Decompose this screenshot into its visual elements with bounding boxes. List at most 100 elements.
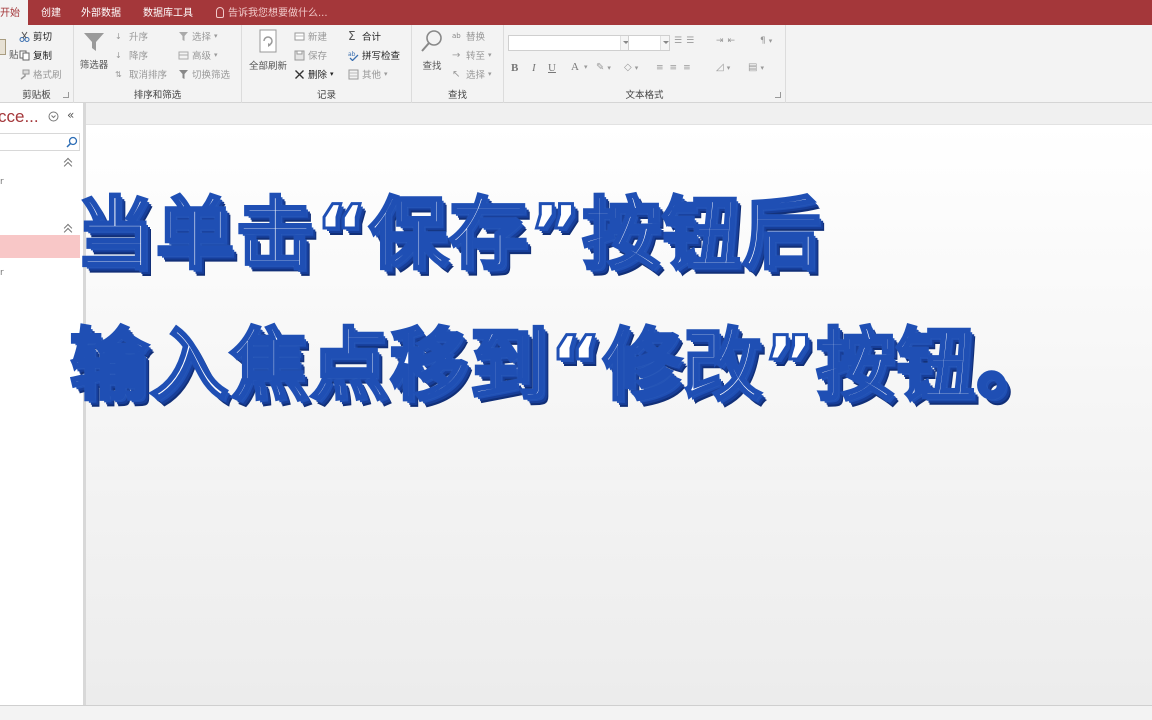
save-record-button[interactable]: 保存 [294,48,327,62]
ribbon: 贴 剪切 复制 格式刷 剪贴板 筛选器 ↓ 升序 ↓ 降序 ⇅ 取消排序 选择 … [0,25,1152,103]
toggle-filter-icon [179,69,188,79]
font-size-combo[interactable] [628,35,670,51]
filter-button[interactable]: 筛选器 [76,30,112,71]
gridlines-button[interactable]: ◿ ▾ [716,62,730,73]
format-painter-button[interactable]: 格式刷 [19,67,62,81]
font-size-dropdown-icon[interactable] [660,36,669,50]
tab-external-data[interactable]: 外部数据 [81,0,121,25]
list-buttons[interactable]: ☰ ☰ [674,36,695,46]
clipboard-launcher-icon[interactable] [63,92,69,98]
spell-check-icon: ab [348,51,359,61]
refresh-all-button[interactable]: 全部刷新 [246,29,290,72]
sort-ascending-button[interactable]: ↓ 升序 [115,29,148,44]
scissors-icon [19,31,30,42]
sort-ascending-icon: ↓ [115,31,122,41]
paste-button[interactable]: 贴 [0,39,19,61]
copy-button[interactable]: 复制 [19,48,52,62]
sort-descending-icon: ↓ [115,50,122,60]
new-record-button[interactable]: 新建 [294,29,327,43]
delete-record-button[interactable]: 删除 ▾ [294,67,334,81]
selection-filter-label: 选择 [192,32,212,43]
find-button[interactable]: 查找 [416,29,448,72]
paragraph-dir-button[interactable]: ¶ ▾ [760,36,772,46]
goto-label: 转至 [466,51,486,62]
advanced-filter-button[interactable]: 高级 ▾ [178,48,218,62]
filter-label: 筛选器 [79,60,109,71]
replace-button[interactable]: ab 替换 [452,29,486,44]
remove-sort-icon: ⇅ [115,69,122,79]
spelling-label: 拼写检查 [362,51,401,62]
remove-sort-button[interactable]: ⇅ 取消排序 [115,67,167,82]
tab-create[interactable]: 创建 [41,0,61,25]
more-button[interactable]: 其他 ▾ [348,67,388,81]
find-label: 查找 [422,61,442,72]
cut-label: 剪切 [33,32,53,43]
svg-text:ab: ab [348,51,356,58]
nav-menu-dropdown-icon[interactable] [48,111,59,122]
group-clipboard: 贴 剪切 复制 格式刷 剪贴板 [0,25,74,103]
select-button[interactable]: ↖ 选择 ▾ [452,67,492,82]
delete-x-icon [295,69,304,79]
nav-item-fragment[interactable]: r [0,177,4,187]
nav-item-fragment-2[interactable]: r [0,268,4,278]
group-label-text-format: 文本格式 [625,90,664,101]
font-color-button[interactable]: A [571,61,579,73]
bold-button[interactable]: B [511,62,518,74]
group-label-find: 查找 [447,90,467,101]
new-record-label: 新建 [308,32,328,43]
more-label: 其他 [362,70,382,81]
group-find: 查找 ab 替换 → 转至 ▾ ↖ 选择 ▾ 查找 [412,25,504,103]
toggle-filter-label: 切换筛选 [192,70,231,81]
caption-line-2: 输入焦点移到“修改”按钮。 [69,320,1057,413]
paragraph-icon: ¶ [760,36,766,46]
highlight-button[interactable]: ✎ ▾ [596,62,611,73]
toggle-filter-button[interactable]: 切换筛选 [178,67,230,81]
text-format-launcher-icon[interactable] [775,92,781,98]
spelling-button[interactable]: ab 拼写检查 [348,48,401,63]
nav-item-selected[interactable] [0,235,80,258]
totals-label: 合计 [362,32,382,43]
gridlines-icon: ◿ [716,62,724,73]
bullets-icon: ☰ [674,36,684,46]
group-label-records: 记录 [316,90,336,101]
underline-button[interactable]: U [548,62,556,74]
indent-increase-icon: ⇥ [716,36,725,46]
lightbulb-icon [216,7,224,18]
sort-descending-button[interactable]: ↓ 降序 [115,48,148,63]
arrow-right-icon: → [452,49,461,61]
align-right-icon: ≡ [683,63,694,73]
caption-line-1: 当单击“保存”按钮后 [75,189,823,282]
replace-label: 替换 [466,32,486,43]
status-bar [0,705,1152,720]
highlight-icon: ✎ [596,62,605,73]
font-name-combo[interactable] [508,35,630,51]
totals-button[interactable]: Σ 合计 [348,28,382,44]
save-record-label: 保存 [308,51,328,62]
magnifier-icon [421,30,442,52]
alt-row-color-button[interactable]: ▤ ▾ [748,62,764,73]
collapse-pane-icon[interactable]: « [67,108,74,122]
refresh-icon [259,29,277,53]
tab-database-tools[interactable]: 数据库工具 [143,0,193,25]
format-painter-label: 格式刷 [33,70,62,81]
more-table-icon [348,69,359,79]
font-color-dropdown-icon[interactable]: ▾ [584,63,588,71]
cursor-icon: ↖ [452,68,461,80]
group-records: 全部刷新 新建 保存 删除 ▾ Σ 合计 ab 拼写检查 其他 ▾ 记录 [242,25,412,103]
cut-button[interactable]: 剪切 [19,29,52,43]
tab-home[interactable]: 开始 [0,0,28,26]
italic-button[interactable]: I [532,62,536,74]
align-buttons[interactable]: ≡ ≡ ≡ [656,63,694,73]
tell-me-box[interactable]: 告诉我您想要做什么... [216,0,328,25]
sigma-icon: Σ [348,28,356,43]
group-sort-filter: 筛选器 ↓ 升序 ↓ 降序 ⇅ 取消排序 选择 ▾ 高级 ▾ 切换筛选 排序和筛选 [74,25,242,103]
goto-button[interactable]: → 转至 ▾ [452,48,492,63]
indent-buttons[interactable]: ⇥ ⇤ [716,36,736,46]
search-icon[interactable] [66,136,78,148]
ribbon-tab-bar: 开始 创建 外部数据 数据库工具 告诉我您想要做什么... [0,0,1152,26]
selection-filter-button[interactable]: 选择 ▾ [178,29,218,43]
indent-decrease-icon: ⇤ [727,36,737,46]
nav-pane-title[interactable]: cce... [0,107,39,127]
fill-bucket-icon: ◇ [624,62,632,73]
fill-color-button[interactable]: ◇ ▾ [624,62,638,73]
